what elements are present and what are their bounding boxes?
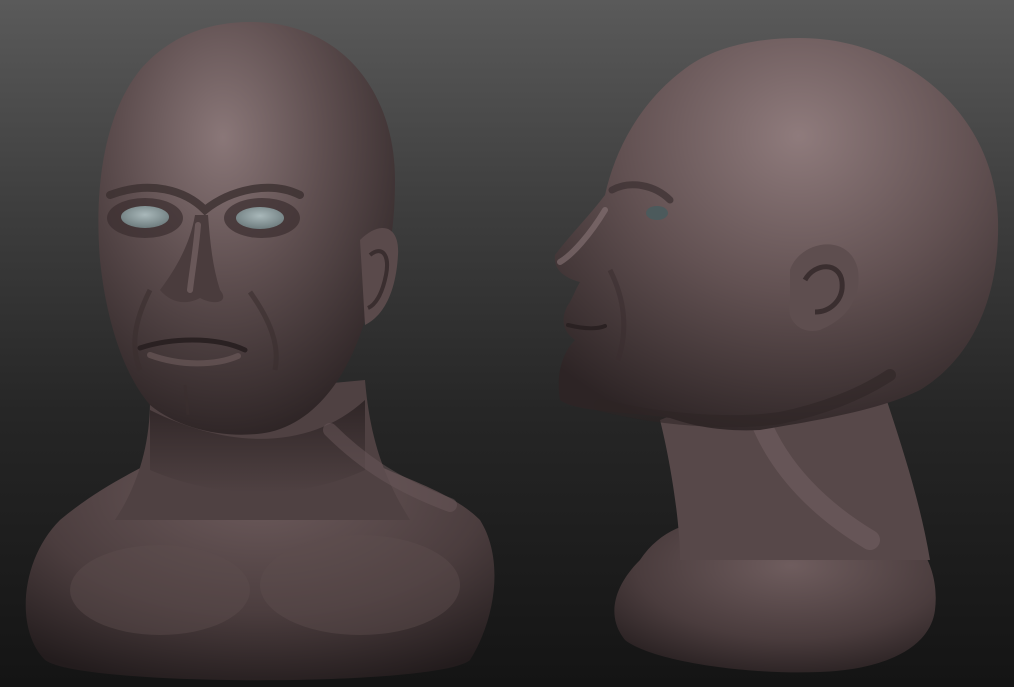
front-eye-left <box>121 206 169 228</box>
front-chest-muscle-right <box>260 535 460 635</box>
front-chest-muscle-left <box>70 545 250 635</box>
render-canvas <box>25 22 999 681</box>
front-eye-right <box>236 207 284 229</box>
render-viewport <box>0 0 1014 687</box>
sculpted-head-front-view <box>25 22 495 681</box>
sculpted-head-side-view <box>554 38 999 673</box>
side-eye <box>646 206 668 220</box>
front-ear <box>360 228 399 325</box>
side-head <box>554 38 999 431</box>
